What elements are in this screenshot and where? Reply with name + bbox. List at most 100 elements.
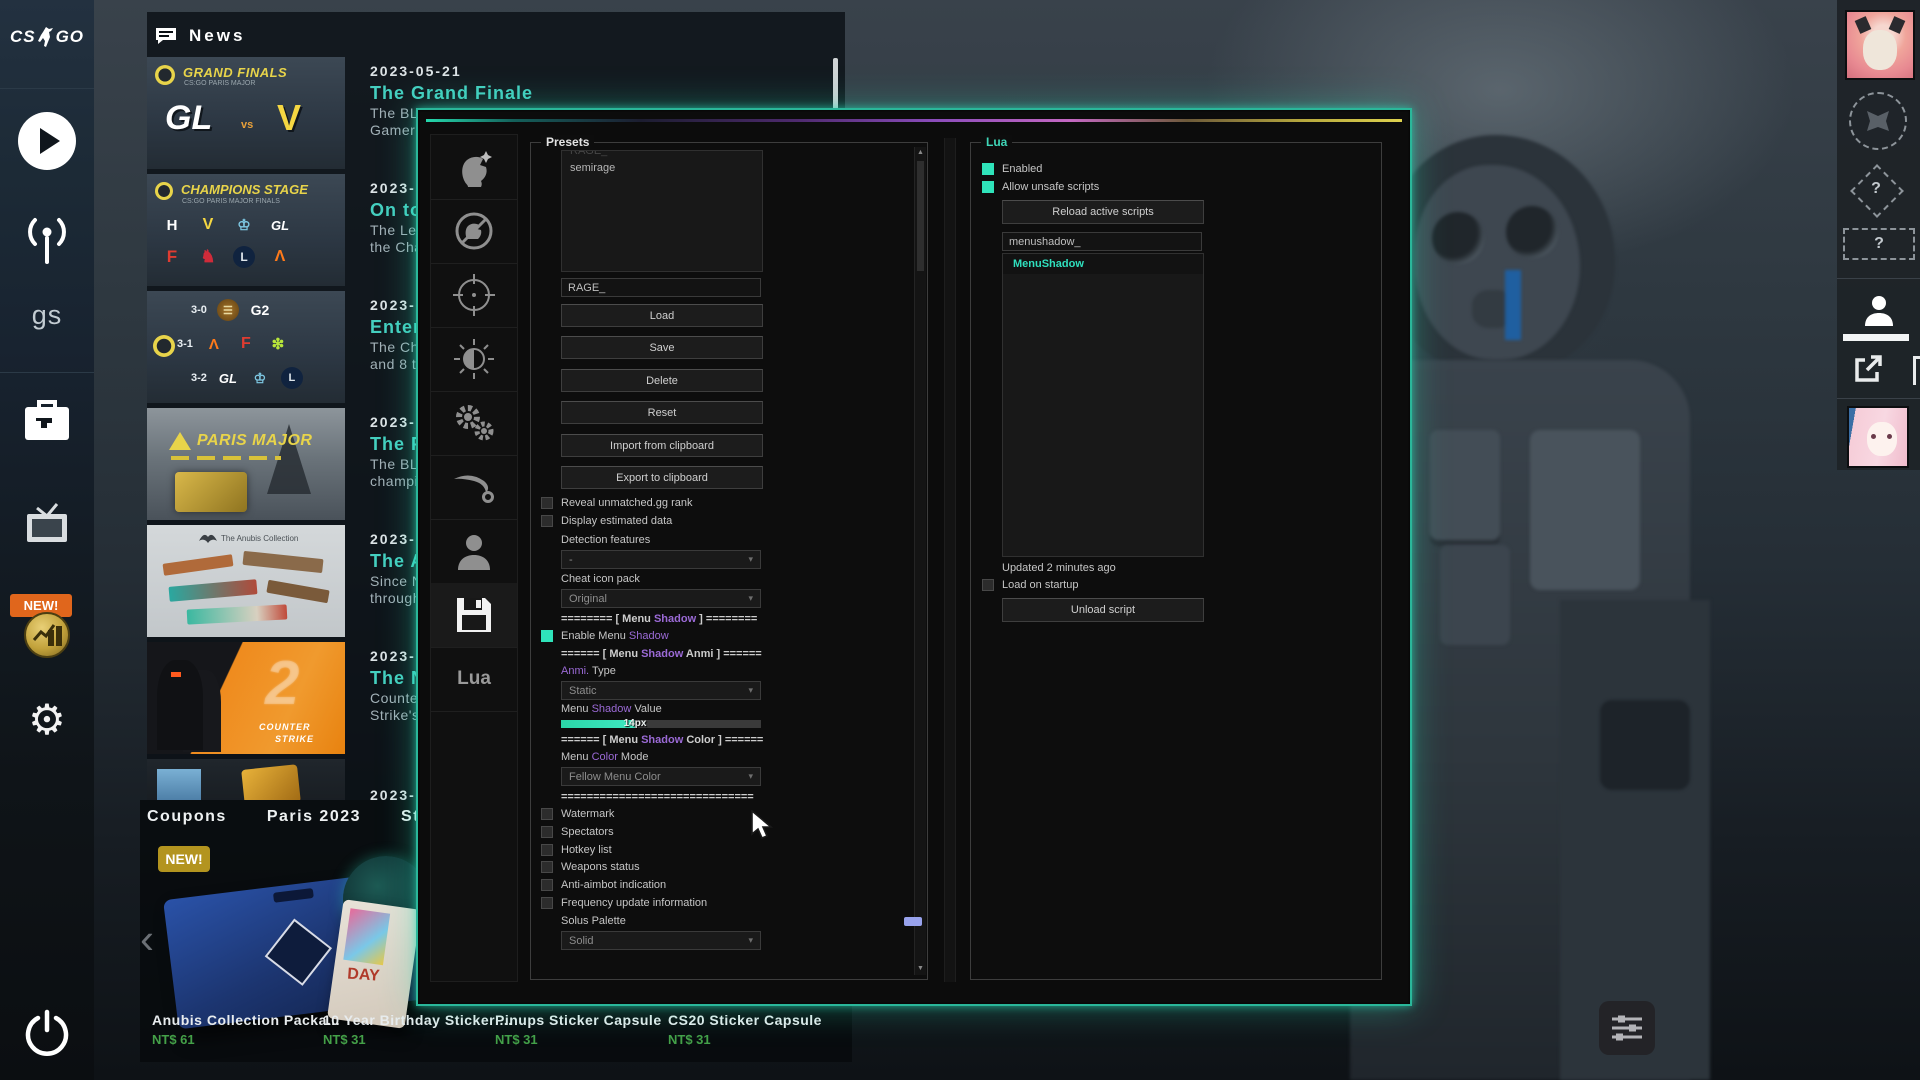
dropdown-arrow-icon: ▾ xyxy=(748,771,753,782)
audio-mixer-button[interactable] xyxy=(1599,1001,1655,1055)
medal-slot[interactable]: ? xyxy=(1854,168,1898,212)
script-listbox[interactable]: MenuShadow xyxy=(1002,253,1204,557)
checkbox[interactable] xyxy=(541,497,553,509)
checkbox-row[interactable]: Display estimated data xyxy=(541,515,672,527)
checkbox-row[interactable]: Frequency update information xyxy=(541,897,707,909)
news-thumbnail[interactable]: 3-0 ☰ G2 3-1 Λ F ❇ 3-2 GL ♔ L xyxy=(147,291,345,403)
menu-shadow-value-slider[interactable]: 14px xyxy=(561,720,761,728)
gamersclub-button[interactable]: gs xyxy=(0,300,94,331)
broadcast-button[interactable] xyxy=(21,210,73,275)
store-item-price: NT$ 61 xyxy=(152,1032,195,1047)
preset-listbox[interactable]: RAGE_ semirage xyxy=(561,150,763,272)
settings-button[interactable]: ⚙ xyxy=(0,696,94,744)
menu-shadow-anmi-separator: ====== [ Menu Shadow Anmi ] ====== xyxy=(561,648,762,660)
delete-button[interactable]: Delete xyxy=(561,369,763,392)
scroll-up-icon[interactable]: ▲ xyxy=(915,147,926,159)
cheat-menu-window[interactable]: Lua Presets ▲ ▼ RAGE_ semirage Load Save… xyxy=(416,108,1412,1006)
news-thumbnail[interactable]: The Anubis Collection xyxy=(147,525,345,637)
detection-features-dropdown[interactable]: - ▾ xyxy=(561,550,761,569)
checkbox-label: Watermark xyxy=(561,808,614,820)
news-thumbnail[interactable]: 2 COUNTER STRIKE xyxy=(147,642,345,754)
presets-scrollbar[interactable]: ▲ ▼ xyxy=(914,147,926,975)
tab-antiaim[interactable] xyxy=(431,199,517,264)
vs-label: vs xyxy=(241,119,253,131)
news-thumbnail[interactable]: GRAND FINALS CS:GO PARIS MAJOR GL vs V xyxy=(147,57,345,169)
panel-divider-scroll-track[interactable] xyxy=(944,138,956,982)
news-thumbnail[interactable]: CHAMPIONS STAGE CS:GO PARIS MAJOR FINALS… xyxy=(147,174,345,286)
checkbox-row[interactable]: Spectators xyxy=(541,826,614,838)
checkbox[interactable] xyxy=(541,861,553,873)
import-clipboard-button[interactable]: Import from clipboard xyxy=(561,434,763,457)
reload-scripts-button[interactable]: Reload active scripts xyxy=(1002,200,1204,224)
menu-color-mode-dropdown[interactable]: Fellow Menu Color ▾ xyxy=(561,767,761,786)
thumb-title: CHAMPIONS STAGE xyxy=(181,182,308,197)
major-badge-icon xyxy=(153,335,175,357)
preset-name-input[interactable] xyxy=(561,278,761,297)
tab-rage[interactable] xyxy=(431,135,517,200)
csgo-logo[interactable]: CS GO xyxy=(0,26,94,48)
avatar-face xyxy=(1867,422,1897,456)
checkbox-row[interactable]: Enabled xyxy=(982,163,1042,175)
checkbox[interactable] xyxy=(541,879,553,891)
thumb-subtitle: CS:GO PARIS MAJOR xyxy=(184,80,255,87)
checkbox-row[interactable]: Load on startup xyxy=(982,579,1078,591)
lua-group-title: Lua xyxy=(981,135,1012,149)
checkbox-row[interactable]: Allow unsafe scripts xyxy=(982,181,1099,193)
tab-skins[interactable] xyxy=(431,455,517,520)
preset-list-item-faded[interactable]: RAGE_ xyxy=(562,150,762,159)
tab-players[interactable] xyxy=(431,519,517,584)
checkbox[interactable] xyxy=(541,515,553,527)
scrollbar-thumb[interactable] xyxy=(917,161,924,271)
tab-misc[interactable] xyxy=(431,391,517,456)
paris-coin-button[interactable] xyxy=(24,612,70,658)
tab-visuals[interactable] xyxy=(431,263,517,328)
checkbox-checked[interactable] xyxy=(982,163,994,175)
solus-color-swatch[interactable] xyxy=(904,917,922,926)
tab-paris-2023[interactable]: Paris 2023 xyxy=(267,808,361,826)
quit-button[interactable] xyxy=(24,1008,70,1061)
tab-coupons[interactable]: Coupons xyxy=(147,808,227,826)
major-badge-icon xyxy=(155,65,175,85)
scroll-down-icon[interactable]: ▼ xyxy=(915,963,926,975)
preset-list-item[interactable]: semirage xyxy=(562,159,762,177)
play-button[interactable] xyxy=(18,112,76,170)
checkbox[interactable] xyxy=(541,826,553,838)
unload-script-button[interactable]: Unload script xyxy=(1002,598,1204,622)
checkbox-row[interactable]: Weapons status xyxy=(541,861,640,873)
player-avatar[interactable] xyxy=(1847,406,1909,468)
checkbox[interactable] xyxy=(982,579,994,591)
checkbox-row[interactable]: Anti-aimbot indication xyxy=(541,879,666,891)
thumb-title: PARIS MAJOR xyxy=(197,432,312,450)
checkbox-row[interactable]: Enable Menu Shadow xyxy=(541,630,669,642)
anmi-type-dropdown[interactable]: Static ▾ xyxy=(561,681,761,700)
load-button[interactable]: Load xyxy=(561,304,763,327)
tab-lua[interactable]: Lua xyxy=(431,647,517,712)
reset-button[interactable]: Reset xyxy=(561,401,763,424)
checkbox-row[interactable]: Reveal unmatched.gg rank xyxy=(541,497,692,509)
solus-palette-dropdown[interactable]: Solid ▾ xyxy=(561,931,761,950)
script-list-item-selected[interactable]: MenuShadow xyxy=(1003,254,1203,274)
tab-config[interactable] xyxy=(431,583,517,648)
news-thumbnail[interactable] xyxy=(147,759,345,800)
checkbox-checked[interactable] xyxy=(541,630,553,642)
carousel-prev-button[interactable]: ‹ xyxy=(140,918,154,960)
save-button[interactable]: Save xyxy=(561,336,763,359)
export-clipboard-button[interactable]: Export to clipboard xyxy=(561,466,763,489)
checkbox[interactable] xyxy=(541,897,553,909)
news-thumbnail[interactable]: PARIS MAJOR xyxy=(147,408,345,520)
profile-button[interactable] xyxy=(1861,292,1897,333)
checkbox[interactable] xyxy=(541,808,553,820)
checkbox-checked[interactable] xyxy=(982,181,994,193)
tab-world[interactable] xyxy=(431,327,517,392)
checkbox[interactable] xyxy=(541,844,553,856)
checkbox-row[interactable]: Hotkey list xyxy=(541,844,612,856)
cheat-icon-pack-dropdown[interactable]: Original ▾ xyxy=(561,589,761,608)
banner-slot[interactable]: ? xyxy=(1843,228,1915,260)
open-external-button[interactable] xyxy=(1851,352,1885,391)
rank-slot[interactable] xyxy=(1849,92,1907,150)
inventory-button[interactable] xyxy=(22,398,72,449)
player-avatar[interactable] xyxy=(1845,10,1915,80)
checkbox-row[interactable]: Watermark xyxy=(541,808,614,820)
watch-button[interactable] xyxy=(22,498,72,551)
script-search-input[interactable] xyxy=(1002,232,1202,251)
